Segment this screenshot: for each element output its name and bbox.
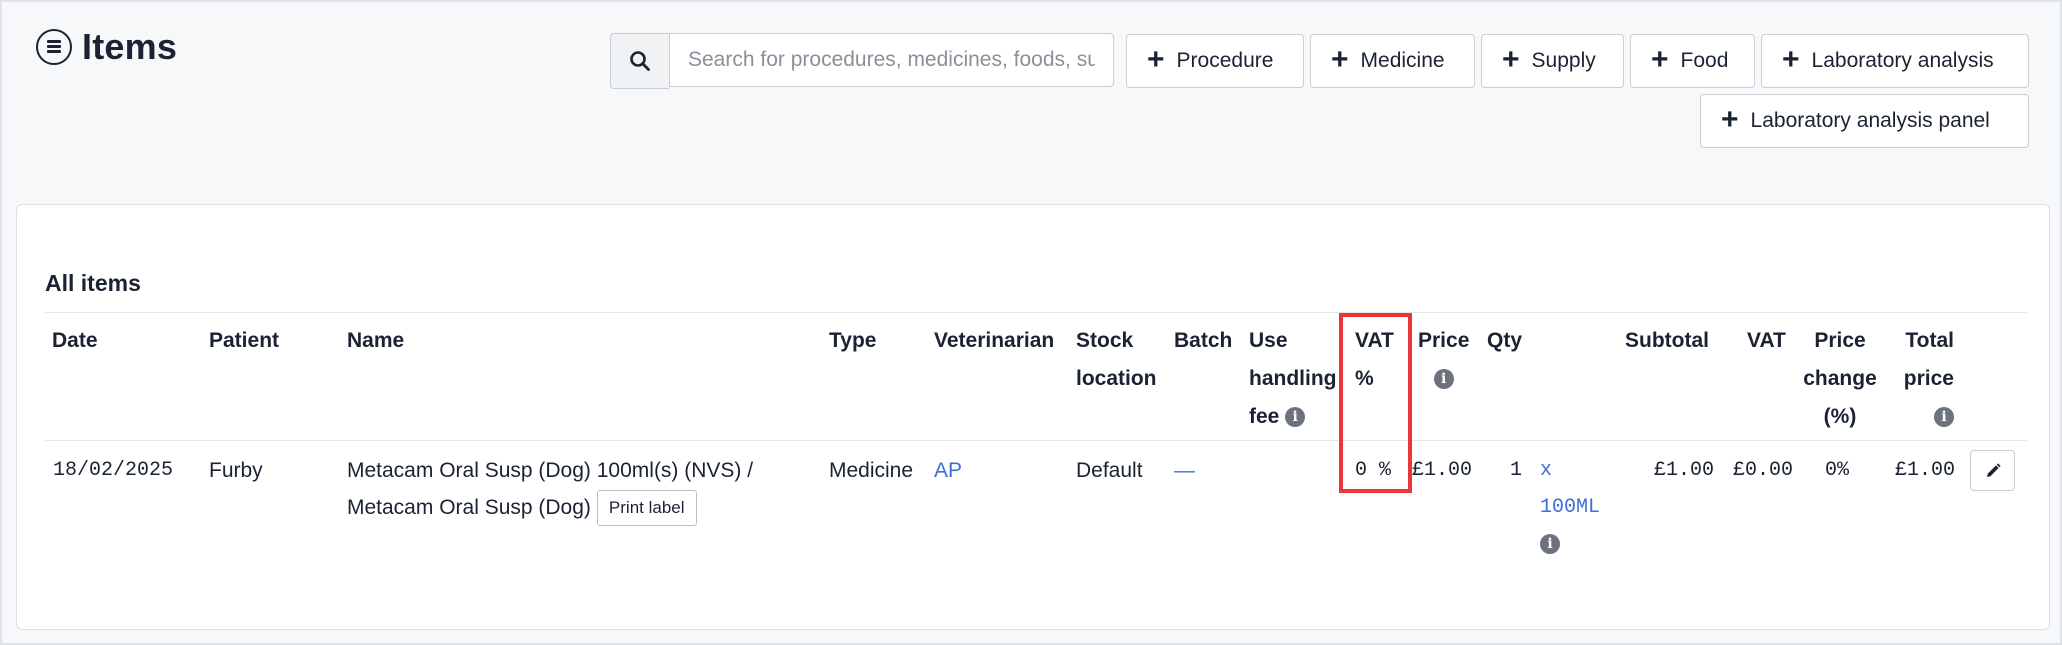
cell-patient: Furby (209, 459, 263, 482)
add-supply-button[interactable]: + Supply (1481, 34, 1624, 88)
plus-icon: + (1782, 43, 1800, 76)
cell-date: 18/02/2025 (53, 459, 174, 482)
plus-icon: + (1502, 43, 1520, 76)
cell-name: Metacam Oral Susp (Dog) 100ml(s) (NVS) /… (347, 452, 753, 527)
col-header-price[interactable]: Price i (1418, 322, 1469, 398)
add-medicine-button[interactable]: + Medicine (1310, 34, 1475, 88)
cell-qty: 1 (1510, 459, 1523, 482)
vat-percent-highlight-box (1339, 313, 1412, 493)
plus-icon: + (1331, 43, 1349, 76)
cell-batch-link[interactable]: — (1174, 452, 1195, 489)
cell-unit: x 100ML i (1540, 452, 1600, 563)
header-divider (45, 440, 2027, 441)
cell-stock-location: Default (1076, 459, 1143, 482)
col-header-date[interactable]: Date (52, 322, 98, 360)
cell-vat: £0.00 (1733, 459, 1794, 482)
col-header-vat[interactable]: VAT (1747, 322, 1786, 360)
cell-price-change: 0% (1825, 459, 1850, 482)
plus-icon: + (1721, 103, 1739, 136)
page-title: Items (82, 26, 178, 67)
unit-link[interactable]: x (1540, 452, 1600, 489)
col-header-name[interactable]: Name (347, 322, 404, 360)
cell-total-price: £1.00 (1895, 459, 1956, 482)
col-header-subtotal[interactable]: Subtotal (1625, 322, 1709, 360)
cell-subtotal: £1.00 (1654, 459, 1715, 482)
unit-size-link[interactable]: 100ML (1540, 489, 1600, 526)
items-card (16, 204, 2050, 630)
col-header-patient[interactable]: Patient (209, 322, 279, 360)
col-header-veterinarian[interactable]: Veterinarian (934, 322, 1054, 360)
search-icon (630, 51, 650, 71)
table-top-divider (45, 312, 2027, 313)
add-food-button[interactable]: + Food (1630, 34, 1755, 88)
cell-type: Medicine (829, 459, 914, 482)
section-title: All items (45, 270, 141, 296)
col-header-total-price[interactable]: Total price i (1898, 322, 1954, 436)
cell-veterinarian-link[interactable]: AP (934, 452, 962, 489)
add-laboratory-analysis-button[interactable]: + Laboratory analysis (1761, 34, 2029, 88)
col-header-qty[interactable]: Qty (1487, 322, 1522, 360)
col-header-type[interactable]: Type (829, 322, 876, 360)
col-header-batch[interactable]: Batch (1174, 322, 1232, 360)
pencil-icon (1986, 462, 2001, 477)
info-icon[interactable]: i (1433, 369, 1454, 390)
add-procedure-button[interactable]: + Procedure (1126, 34, 1304, 88)
plus-icon: + (1651, 43, 1669, 76)
add-laboratory-analysis-panel-button[interactable]: + Laboratory analysis panel (1700, 94, 2029, 148)
col-header-stock-location[interactable]: Stock location (1076, 322, 1157, 398)
print-label-button[interactable]: Print label (596, 490, 697, 527)
search-button[interactable] (610, 33, 669, 89)
list-circle-icon (36, 29, 72, 65)
info-icon[interactable]: i (1934, 407, 1954, 428)
search-input[interactable] (669, 33, 1114, 87)
page-header: Items (36, 26, 177, 68)
col-header-price-change[interactable]: Price change (%) (1803, 322, 1877, 436)
info-icon[interactable]: i (1540, 533, 1560, 554)
info-icon[interactable]: i (1285, 407, 1306, 428)
col-header-handling-fee[interactable]: Use handling fee i (1249, 322, 1337, 436)
cell-price: £1.00 (1412, 459, 1473, 482)
search-group (610, 33, 1114, 89)
edit-button[interactable] (1970, 450, 2015, 491)
plus-icon: + (1147, 43, 1165, 76)
